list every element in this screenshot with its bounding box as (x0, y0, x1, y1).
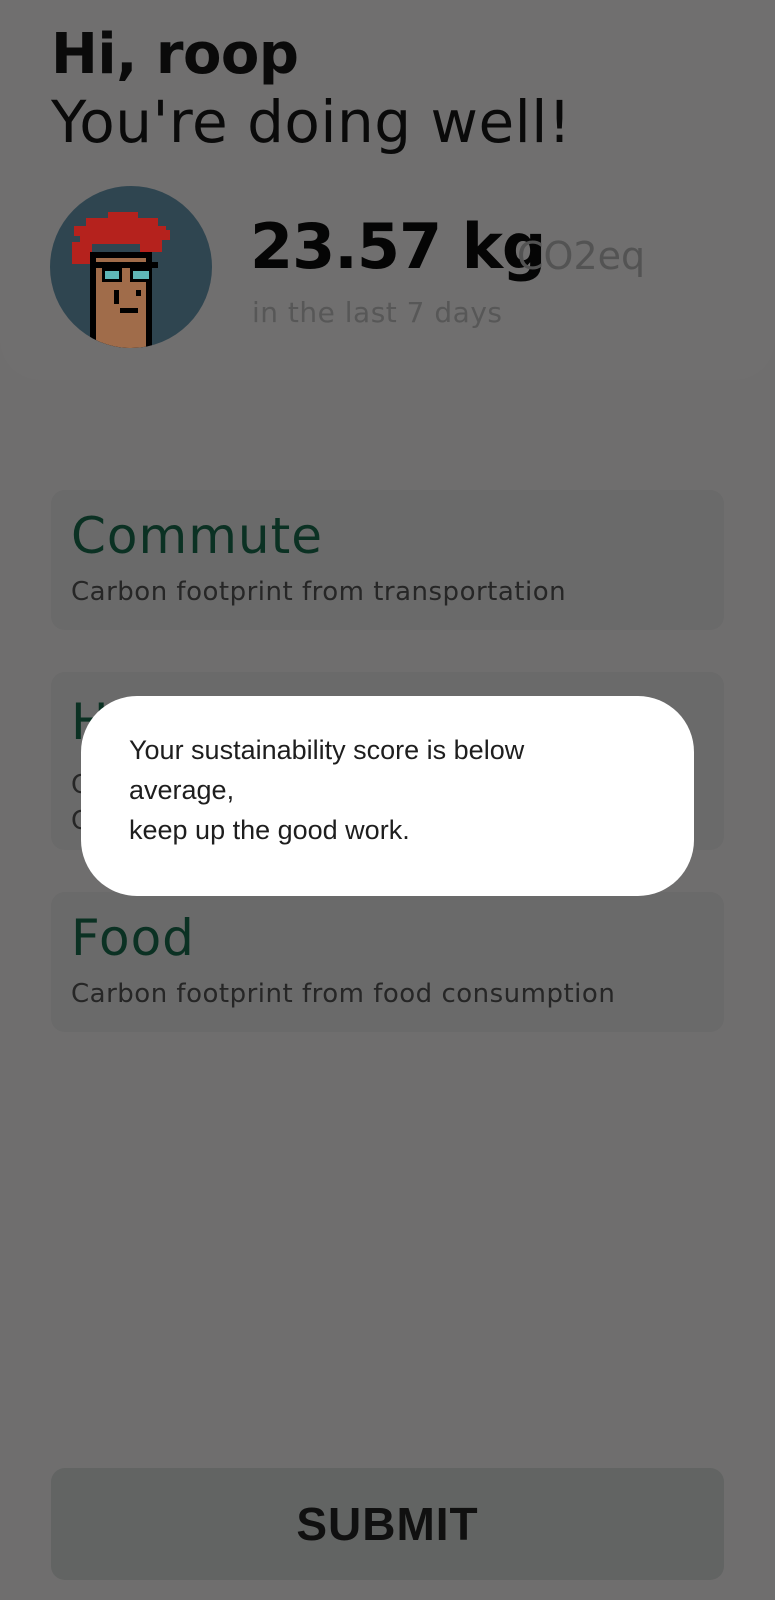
card-title: Food (71, 909, 195, 967)
category-card-commute[interactable]: Commute Carbon footprint from transporta… (51, 490, 724, 630)
card-description: Carbon footprint from transportation (71, 577, 567, 607)
card-description: Carbon footprint from food consumption (71, 979, 616, 1009)
period-label: in the last 7 days (252, 296, 503, 329)
pixel-avatar-icon (72, 212, 170, 348)
dialog-line: Your sustainability score is below (129, 735, 525, 765)
avatar[interactable] (50, 186, 212, 348)
carbon-amount: 23.57 kg (250, 210, 546, 283)
dialog-line: average, (129, 775, 235, 805)
dialog-line: keep up the good work. (129, 815, 410, 845)
submit-button[interactable]: SUBMIT (51, 1468, 724, 1580)
home-screen: Hi, roop You're doing well! 23.57 kg CO2… (0, 0, 775, 1600)
greeting-title: Hi, roop (51, 22, 299, 87)
category-card-food[interactable]: Food Carbon footprint from food consumpt… (51, 892, 724, 1032)
status-subtitle: You're doing well! (51, 88, 572, 156)
submit-label: SUBMIT (296, 1498, 479, 1550)
dialog-message: Your sustainability score is below avera… (129, 730, 629, 850)
score-dialog[interactable]: Your sustainability score is below avera… (81, 696, 694, 896)
card-title: Commute (71, 507, 323, 565)
carbon-unit: CO2eq (517, 234, 646, 278)
header-panel: Hi, roop You're doing well! 23.57 kg CO2… (0, 0, 775, 380)
